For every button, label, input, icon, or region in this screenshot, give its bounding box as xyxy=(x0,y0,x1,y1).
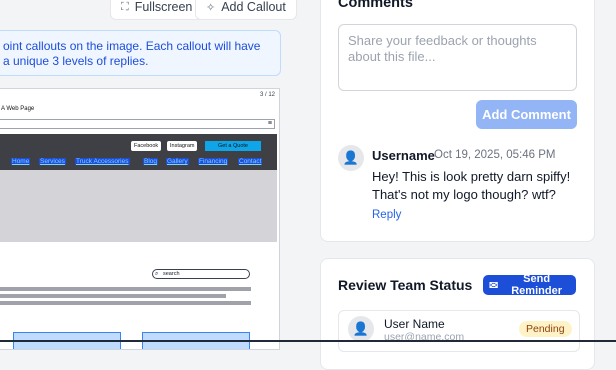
comment-text: Hey! This is look pretty darn spiffy! Th… xyxy=(372,169,571,202)
preview-hero-placeholder xyxy=(0,170,277,242)
preview-social-link: Facebook xyxy=(131,141,162,151)
send-reminder-button[interactable]: ✉ Send Reminder xyxy=(483,273,576,297)
viewer-panel: ⛶ Fullscreen ✧ Add Callout oint callouts… xyxy=(0,0,300,350)
preview-nav-link: Contact xyxy=(238,158,263,165)
search-icon: ⌕ xyxy=(155,271,159,277)
fullscreen-button[interactable]: ⛶ Fullscreen xyxy=(110,0,204,20)
page-indicator: 3 / 12 xyxy=(259,92,275,98)
info-banner: oint callouts on the image. Each callout… xyxy=(0,30,281,76)
add-callout-button[interactable]: ✧ Add Callout xyxy=(195,0,297,20)
user-avatar-icon: 👤 xyxy=(338,145,364,171)
preview-text-line xyxy=(0,294,226,298)
status-badge: Pending xyxy=(519,321,572,337)
preview-text-line xyxy=(0,287,251,291)
preview-header: Facebook Instagram Get a Quote Home Serv… xyxy=(0,134,277,170)
reminder-icon: ✉ xyxy=(489,279,499,292)
preview-url-bar: ≡ xyxy=(0,119,275,129)
review-team-title: Review Team Status xyxy=(338,277,473,293)
callout-icon: ✧ xyxy=(206,1,216,14)
preview-cta: Get a Quote xyxy=(205,141,261,151)
preview-nav-link: Truck Accessories xyxy=(75,158,130,165)
comment-timestamp: Oct 19, 2025, 05:46 PM xyxy=(434,149,556,161)
reply-link[interactable]: Reply xyxy=(372,209,401,221)
comment-input[interactable] xyxy=(338,24,577,91)
preview-social-link: Instagram xyxy=(167,141,198,151)
preview-nav-link: Financing xyxy=(198,158,229,165)
hamburger-menu-icon: ≡ xyxy=(267,120,272,127)
preview-search: ⌕ search xyxy=(152,269,250,279)
comments-title: Comments xyxy=(338,0,413,11)
preview-tab-title: A Web Page xyxy=(1,106,35,112)
member-name: User Name xyxy=(384,317,445,331)
preview-nav-link: Home xyxy=(11,158,31,165)
file-preview[interactable]: 3 / 12 A Web Page ≡ Facebook Instagram G… xyxy=(0,88,280,350)
add-comment-button[interactable]: Add Comment xyxy=(476,100,577,129)
comment-username: Username xyxy=(372,148,435,163)
fullscreen-icon: ⛶ xyxy=(121,0,129,13)
user-avatar-icon: 👤 xyxy=(348,316,374,342)
preview-nav-link: Services xyxy=(39,158,66,165)
preview-nav-link: Gallery xyxy=(166,158,189,165)
preview-text-line xyxy=(0,301,251,305)
preview-nav-link: Blog xyxy=(143,158,159,165)
